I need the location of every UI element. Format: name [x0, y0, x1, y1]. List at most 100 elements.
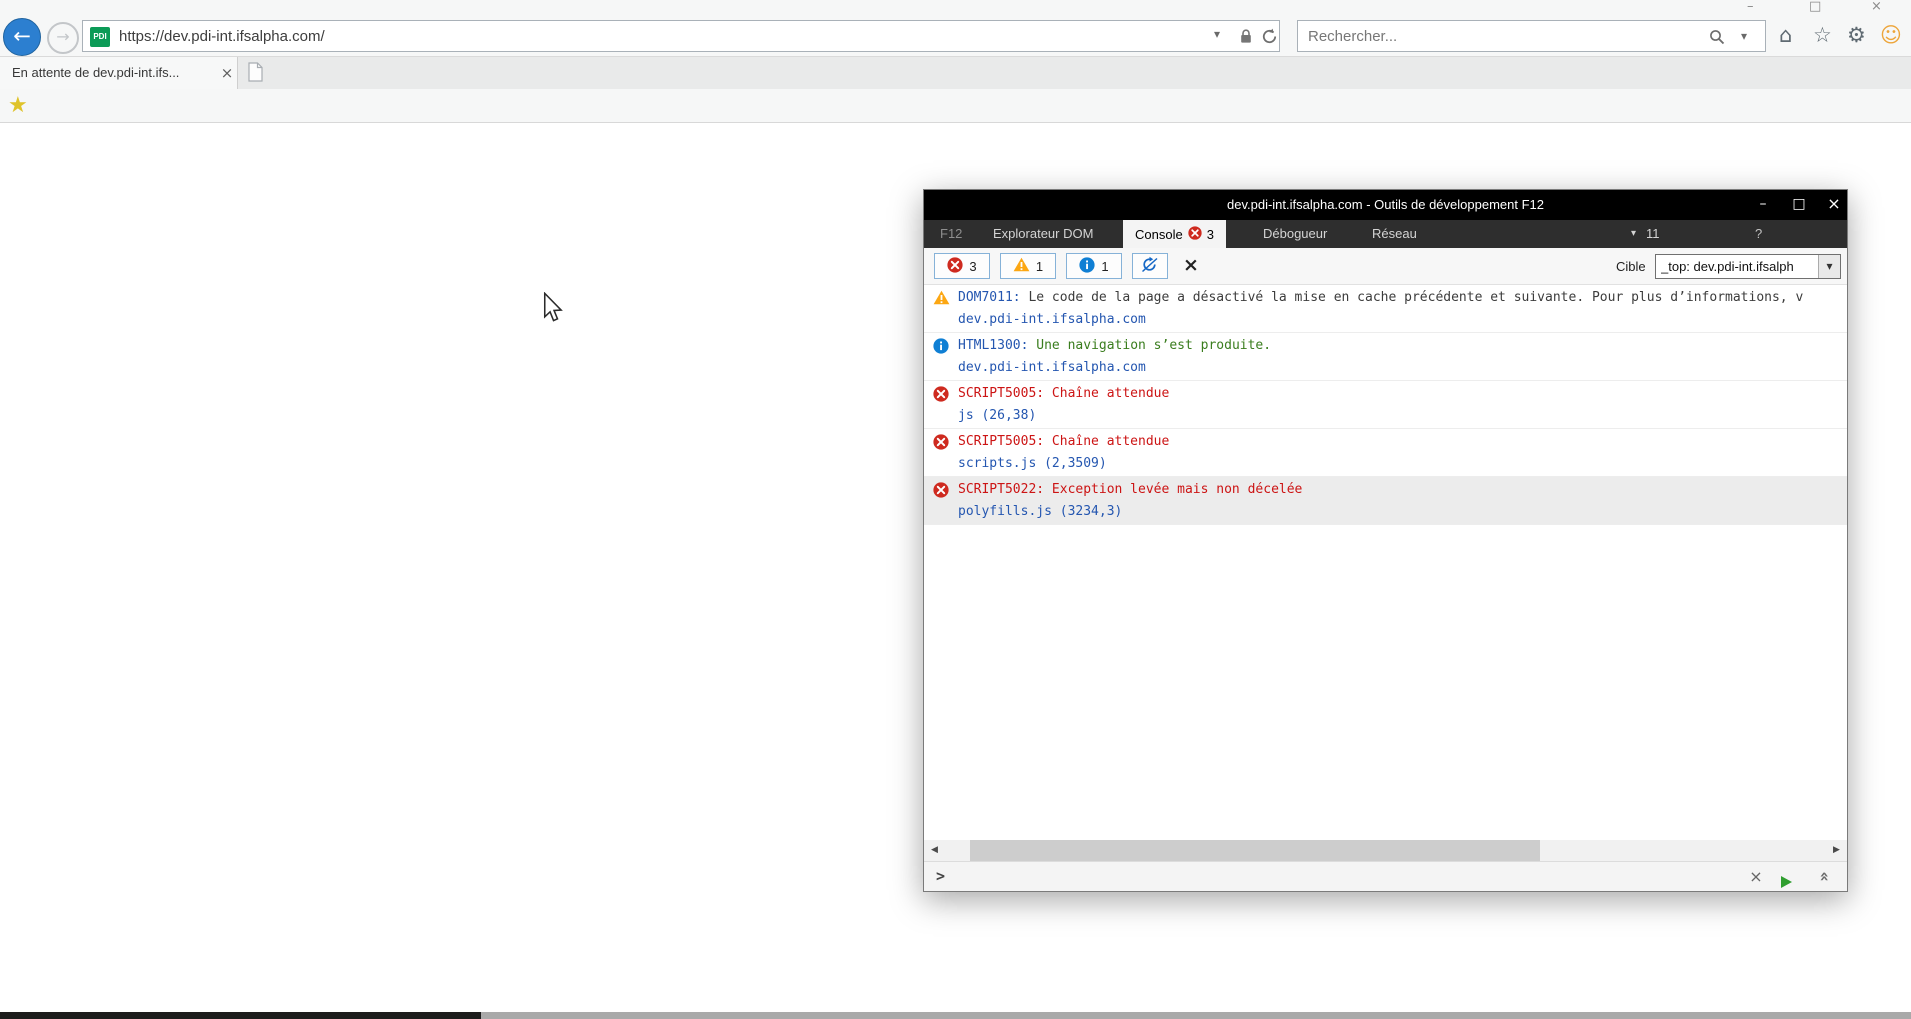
message-source-link[interactable]: polyfills.js (3234,3) — [958, 501, 1841, 523]
message-source-link[interactable]: dev.pdi-int.ifsalpha.com — [958, 309, 1841, 331]
favorites-bar: ★ — [0, 89, 1911, 123]
devtools-menu: F12 Explorateur DOM Console 3 Débogueur … — [924, 220, 1847, 272]
tab-bar: En attente de dev.pdi-int.ifs... × — [0, 56, 1911, 90]
warning-icon — [1013, 257, 1030, 275]
mouse-cursor — [542, 291, 563, 326]
browser-close-button[interactable]: × — [1871, 0, 1882, 15]
expand-double-chevron-icon[interactable]: « — [1814, 862, 1836, 892]
doc-mode-dropdown-icon[interactable]: ▾ — [1631, 220, 1636, 248]
browser-maximize-button[interactable]: □ — [1809, 0, 1821, 15]
message-source-link[interactable]: js (26,38) — [958, 405, 1841, 427]
message-text: Le code de la page a désactivé la mise e… — [1020, 290, 1804, 305]
error-icon — [933, 386, 949, 406]
info-icon — [1079, 256, 1095, 276]
horizontal-scrollbar[interactable]: ◀ ▶ — [924, 840, 1847, 861]
console-message-info[interactable]: HTML1300: Une navigation s’est produite.… — [924, 333, 1847, 381]
message-code: HTML1300: — [958, 338, 1029, 353]
feedback-smiley-icon[interactable]: ☺ — [1880, 22, 1902, 48]
message-source-link[interactable]: scripts.js (2,3509) — [958, 453, 1841, 475]
help-icon[interactable]: ? — [1755, 220, 1762, 248]
message-code: SCRIPT5022: — [958, 482, 1045, 497]
home-icon[interactable]: ⌂ — [1779, 22, 1792, 48]
target-value: _top: dev.pdi-int.ifsalph — [1661, 259, 1794, 274]
clear-on-navigate-button[interactable] — [1132, 253, 1168, 279]
console-toolbar: 3 1 1 × Cible _top: dev.pdi-int.ifsalph … — [924, 248, 1847, 285]
search-icon[interactable] — [1709, 29, 1725, 48]
run-script-icon[interactable] — [1780, 870, 1793, 899]
f12-label: F12 — [940, 226, 963, 241]
tab-network[interactable]: Réseau — [1372, 220, 1417, 248]
browser-minimize-button[interactable]: – — [1747, 0, 1754, 15]
new-tab-button[interactable] — [248, 62, 263, 85]
message-code: SCRIPT5005: — [958, 386, 1045, 401]
favorites-icon[interactable]: ☆ — [1813, 22, 1832, 48]
scrollbar-thumb[interactable] — [970, 840, 1540, 861]
lock-icon — [1240, 29, 1252, 47]
clear-console-icon[interactable]: × — [1179, 252, 1203, 279]
tab-title: En attente de dev.pdi-int.ifs... — [12, 65, 180, 80]
infos-count: 1 — [1101, 258, 1109, 274]
tab-debugger[interactable]: Débogueur — [1263, 220, 1327, 248]
prompt-chevron[interactable]: > — [936, 862, 945, 891]
browser-tab[interactable]: En attente de dev.pdi-int.ifs... × — [0, 57, 238, 90]
devtools-maximize-button[interactable]: □ — [1786, 190, 1812, 220]
error-icon — [947, 256, 963, 276]
search-dropdown-icon[interactable]: ▾ — [1741, 29, 1747, 43]
scroll-left-icon[interactable]: ◀ — [924, 840, 945, 861]
message-text: Exception levée mais non décelée — [1044, 482, 1303, 497]
favorites-bar-star-icon[interactable]: ★ — [8, 90, 28, 121]
devtools-window: dev.pdi-int.ifsalpha.com - Outils de dév… — [923, 189, 1848, 892]
devtools-minimize-button[interactable]: – — [1750, 190, 1776, 220]
tab-console-label: Console — [1135, 226, 1183, 242]
filter-warnings-button[interactable]: 1 — [1000, 253, 1056, 279]
search-box[interactable]: ▾ — [1297, 20, 1766, 52]
warning-icon — [933, 290, 950, 309]
error-icon — [933, 482, 949, 502]
console-message-error-selected[interactable]: SCRIPT5022: Exception levée mais non déc… — [924, 477, 1847, 525]
address-bar[interactable]: PDI ▾ — [82, 20, 1280, 52]
target-dropdown-icon[interactable]: ▾ — [1818, 255, 1840, 278]
console-message-warning[interactable]: DOM7011: Le code de la page a désactivé … — [924, 285, 1847, 333]
message-text: Une navigation s’est produite. — [1028, 338, 1272, 353]
tab-close-icon[interactable]: × — [218, 57, 236, 89]
refresh-icon[interactable] — [1261, 28, 1278, 48]
message-source-link[interactable]: dev.pdi-int.ifsalpha.com — [958, 357, 1841, 379]
info-icon — [933, 338, 949, 358]
browser-toolbar: ← → PDI ▾ ▾ ⌂ ☆ ⚙ ☺ – □ × — [0, 0, 1911, 57]
errors-count: 3 — [969, 258, 977, 274]
target-label: Cible — [1616, 259, 1646, 274]
error-badge-icon — [1188, 225, 1202, 243]
console-message-error[interactable]: SCRIPT5005: Chaîne attendue js (26,38) — [924, 381, 1847, 429]
url-dropdown-icon[interactable]: ▾ — [1214, 27, 1220, 41]
settings-gear-icon[interactable]: ⚙ — [1847, 22, 1866, 48]
message-code: SCRIPT5005: — [958, 434, 1045, 449]
taskbar-strip-light — [481, 1012, 1911, 1019]
address-input[interactable] — [83, 21, 1279, 51]
close-command-icon[interactable]: × — [1746, 862, 1766, 891]
message-text: Chaîne attendue — [1044, 386, 1170, 401]
message-text: Chaîne attendue — [1044, 434, 1170, 449]
scroll-right-icon[interactable]: ▶ — [1826, 840, 1847, 861]
clear-on-navigate-icon — [1140, 256, 1160, 276]
target-combobox[interactable]: _top: dev.pdi-int.ifsalph ▾ — [1655, 254, 1841, 279]
console-message-error[interactable]: SCRIPT5005: Chaîne attendue scripts.js (… — [924, 429, 1847, 477]
console-output[interactable]: DOM7011: Le code de la page a désactivé … — [924, 285, 1847, 840]
error-icon — [933, 434, 949, 454]
tab-dom-explorer[interactable]: Explorateur DOM — [993, 220, 1093, 248]
warnings-count: 1 — [1035, 258, 1044, 274]
screen: ← → PDI ▾ ▾ ⌂ ☆ ⚙ ☺ – □ × — [0, 0, 1911, 1019]
forward-button[interactable]: → — [47, 22, 79, 54]
search-input[interactable] — [1298, 21, 1765, 51]
message-code: DOM7011: — [958, 290, 1021, 305]
filter-errors-button[interactable]: 3 — [934, 253, 990, 279]
console-command-bar: > × « — [924, 861, 1847, 891]
site-favicon: PDI — [90, 27, 110, 47]
tab-console[interactable]: Console 3 — [1123, 220, 1226, 248]
filter-infos-button[interactable]: 1 — [1066, 253, 1122, 279]
devtools-close-button[interactable]: × — [1821, 190, 1847, 220]
taskbar-strip-dark — [0, 1012, 481, 1019]
console-error-count: 3 — [1206, 226, 1214, 242]
doc-mode-value: 11 — [1646, 226, 1660, 241]
back-button[interactable]: ← — [3, 18, 41, 56]
devtools-titlebar[interactable]: dev.pdi-int.ifsalpha.com - Outils de dév… — [924, 190, 1847, 220]
